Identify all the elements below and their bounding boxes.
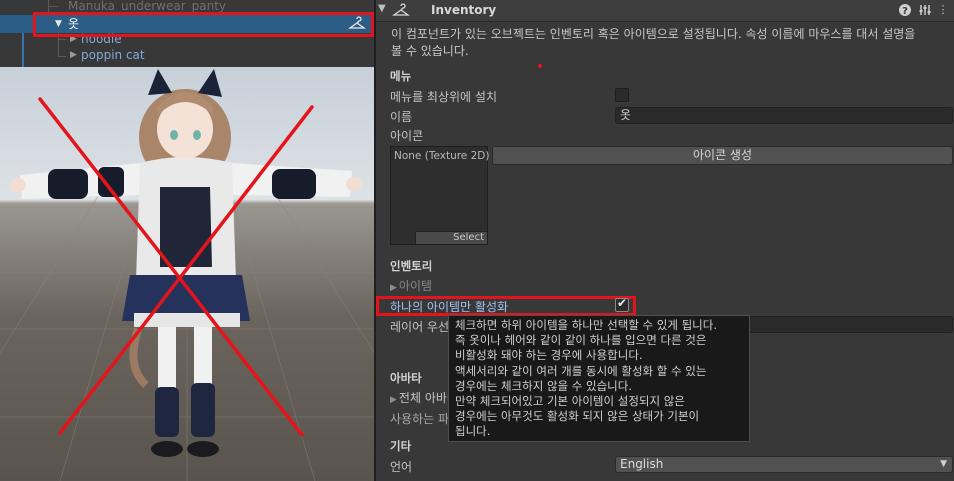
- tooltip-line: 비활성화 돼야 하는 경우에 사용합니다.: [455, 348, 643, 363]
- foldout-arrow-icon: ▶: [390, 395, 397, 405]
- icon-label: 아이콘: [390, 129, 424, 143]
- texture-select-button[interactable]: Select: [415, 231, 487, 244]
- tooltip-line: 경우에는 아무것도 활성화 되지 않은 상태가 기본이: [455, 409, 700, 424]
- tooltip-line: 경우에는 체크하지 않을 수 있습니다.: [455, 378, 632, 393]
- tooltip-line: 액세서리와 같이 여러 개를 동시에 활성화 할 수 있는: [455, 363, 707, 378]
- hierarchy-panel: Manuka_underwear_panty ▼ 옷 ▶ hoodie ▶ po…: [0, 0, 374, 67]
- preset-icon[interactable]: [918, 3, 932, 17]
- single-active-checkbox[interactable]: [615, 296, 629, 312]
- hierarchy-item-poppin-cat[interactable]: ▶ poppin cat: [0, 46, 374, 64]
- description-line: 볼 수 있습니다.: [391, 44, 469, 58]
- property-tooltip: 체크하면 하위 아이템을 하나만 선택할 수 있게 됩니다. 즉 옷이나 헤어와…: [448, 315, 750, 442]
- used-parameter-label: 사용하는 파: [390, 412, 450, 426]
- more-options-icon[interactable]: ⋮: [936, 3, 950, 17]
- hierarchy-item-label: poppin cat: [81, 48, 145, 62]
- menu-top-checkbox[interactable]: [615, 88, 629, 102]
- items-foldout[interactable]: ▶ 아이템: [390, 277, 432, 294]
- menu-top-label: 메뉴를 최상위에 설치: [390, 90, 497, 104]
- annotation-highlight-row: [376, 296, 636, 316]
- help-icon[interactable]: ?: [898, 3, 912, 17]
- scene-viewport: [0, 69, 374, 481]
- name-field[interactable]: 옷: [615, 107, 953, 124]
- language-value: English: [620, 457, 664, 471]
- generate-icon-button[interactable]: 아이콘 생성: [492, 146, 953, 165]
- texture-value: None (Texture 2D): [394, 150, 490, 162]
- foldout-arrow-icon: ▶: [390, 283, 397, 293]
- section-inventory-header: 인벤토리: [390, 259, 433, 273]
- texture-object-field[interactable]: None (Texture 2D) Select: [390, 146, 490, 245]
- section-avatar-header: 아바타: [390, 371, 422, 385]
- section-misc-header: 기타: [390, 439, 412, 453]
- annotation-dot: [538, 64, 542, 68]
- scene-view[interactable]: [0, 67, 374, 481]
- layer-priority-label: 레이어 우선: [390, 320, 450, 334]
- tooltip-line: 체크하면 하위 아이템을 하나만 선택할 수 있게 됩니다.: [455, 318, 718, 332]
- component-title: Inventory: [431, 3, 497, 17]
- dropdown-arrow-icon: ▼: [940, 459, 947, 469]
- tooltip-line: 됩니다.: [455, 424, 491, 439]
- language-label: 언어: [390, 460, 413, 474]
- section-menu-header: 메뉴: [390, 69, 412, 83]
- name-label: 이름: [390, 110, 413, 124]
- annotation-highlight-box: [33, 12, 374, 37]
- inspector-panel: ▼ Inventory ? ⋮ 이 컴포넌트가 있는 오브젝트는 인벤토리 혹은…: [376, 0, 954, 481]
- items-label: 아이템: [398, 279, 433, 293]
- svg-text:?: ?: [902, 6, 908, 17]
- foldout-arrow-icon[interactable]: ▼: [378, 3, 386, 14]
- foldout-arrow-icon[interactable]: ▶: [70, 46, 77, 64]
- component-description: 이 컴포넌트가 있는 오브젝트는 인벤토리 혹은 아이템으로 설정됩니다. 속성…: [391, 26, 951, 60]
- language-dropdown[interactable]: English ▼: [615, 456, 953, 473]
- tooltip-line: 만약 체크되어있고 기본 아이템이 설정되지 않은: [455, 394, 685, 409]
- component-header[interactable]: ▼ Inventory ? ⋮: [376, 0, 954, 22]
- description-line: 이 컴포넌트가 있는 오브젝트는 인벤토리 혹은 아이템으로 설정됩니다. 속성…: [391, 27, 916, 41]
- hanger-icon: [391, 3, 411, 19]
- tooltip-line: 즉 옷이나 헤어와 같이 같이 하나를 입으면 다른 것은: [455, 333, 707, 348]
